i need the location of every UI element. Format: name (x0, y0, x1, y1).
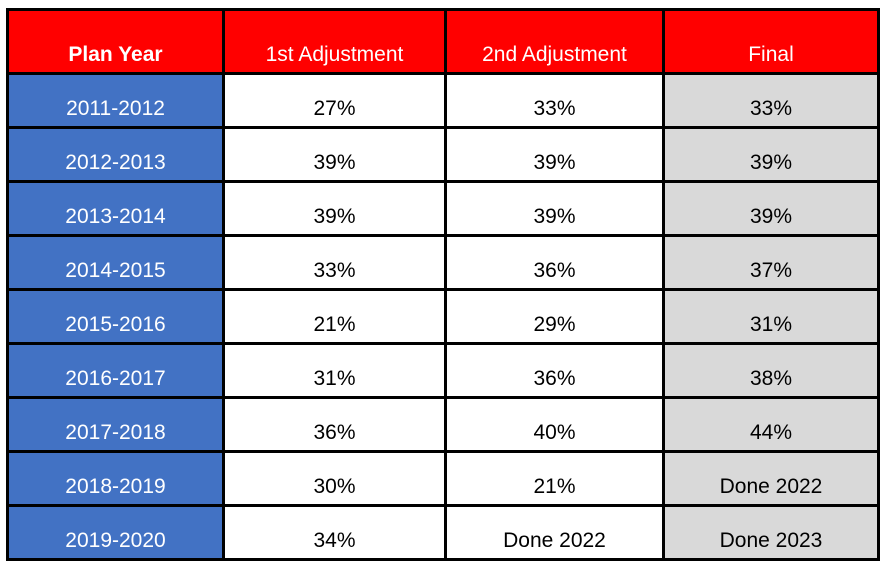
cell-2nd-adjustment: 29% (444, 288, 665, 345)
cell-1st-adjustment: 33% (222, 234, 447, 291)
table-row: 2019-2020 34% Done 2022 Done 2023 (6, 504, 880, 561)
plan-year-table-container: Plan Year 1st Adjustment 2nd Adjustment … (6, 8, 880, 570)
cell-plan-year: 2015-2016 (6, 288, 225, 345)
cell-2nd-adjustment: Done 2022 (444, 504, 665, 561)
cell-final: 37% (662, 234, 880, 291)
cell-1st-adjustment: 39% (222, 180, 447, 237)
cell-plan-year: 2017-2018 (6, 396, 225, 453)
cell-plan-year: 2011-2012 (6, 72, 225, 129)
table-row: 2016-2017 31% 36% 38% (6, 342, 880, 399)
cell-plan-year: 2016-2017 (6, 342, 225, 399)
cell-1st-adjustment: 34% (222, 504, 447, 561)
cell-final: Done 2023 (662, 504, 880, 561)
table-row: 2018-2019 30% 21% Done 2022 (6, 450, 880, 507)
cell-2nd-adjustment: 39% (444, 126, 665, 183)
plan-year-adjustment-table: Plan Year 1st Adjustment 2nd Adjustment … (6, 8, 880, 561)
table-header-row: Plan Year 1st Adjustment 2nd Adjustment … (6, 8, 880, 75)
table-row: 2014-2015 33% 36% 37% (6, 234, 880, 291)
cell-final: Done 2022 (662, 450, 880, 507)
cell-plan-year: 2013-2014 (6, 180, 225, 237)
cell-1st-adjustment: 36% (222, 396, 447, 453)
column-header-plan-year: Plan Year (6, 8, 225, 75)
table-body: 2011-2012 27% 33% 33% 2012-2013 39% 39% … (6, 72, 880, 561)
table-row: 2011-2012 27% 33% 33% (6, 72, 880, 129)
cell-plan-year: 2012-2013 (6, 126, 225, 183)
cell-plan-year: 2014-2015 (6, 234, 225, 291)
table-row: 2013-2014 39% 39% 39% (6, 180, 880, 237)
cell-1st-adjustment: 27% (222, 72, 447, 129)
cell-final: 39% (662, 126, 880, 183)
cell-final: 39% (662, 180, 880, 237)
cell-2nd-adjustment: 36% (444, 234, 665, 291)
table-row: 2017-2018 36% 40% 44% (6, 396, 880, 453)
column-header-1st-adjustment: 1st Adjustment (222, 8, 447, 75)
table-row: 2015-2016 21% 29% 31% (6, 288, 880, 345)
cell-plan-year: 2019-2020 (6, 504, 225, 561)
cell-2nd-adjustment: 39% (444, 180, 665, 237)
column-header-2nd-adjustment: 2nd Adjustment (444, 8, 665, 75)
cell-2nd-adjustment: 36% (444, 342, 665, 399)
cell-1st-adjustment: 30% (222, 450, 447, 507)
cell-final: 31% (662, 288, 880, 345)
cell-1st-adjustment: 31% (222, 342, 447, 399)
cell-2nd-adjustment: 33% (444, 72, 665, 129)
cell-2nd-adjustment: 40% (444, 396, 665, 453)
table-row: 2012-2013 39% 39% 39% (6, 126, 880, 183)
cell-final: 38% (662, 342, 880, 399)
cell-1st-adjustment: 39% (222, 126, 447, 183)
cell-plan-year: 2018-2019 (6, 450, 225, 507)
table-header: Plan Year 1st Adjustment 2nd Adjustment … (6, 8, 880, 75)
cell-final: 33% (662, 72, 880, 129)
cell-1st-adjustment: 21% (222, 288, 447, 345)
cell-final: 44% (662, 396, 880, 453)
column-header-final: Final (662, 8, 880, 75)
cell-2nd-adjustment: 21% (444, 450, 665, 507)
